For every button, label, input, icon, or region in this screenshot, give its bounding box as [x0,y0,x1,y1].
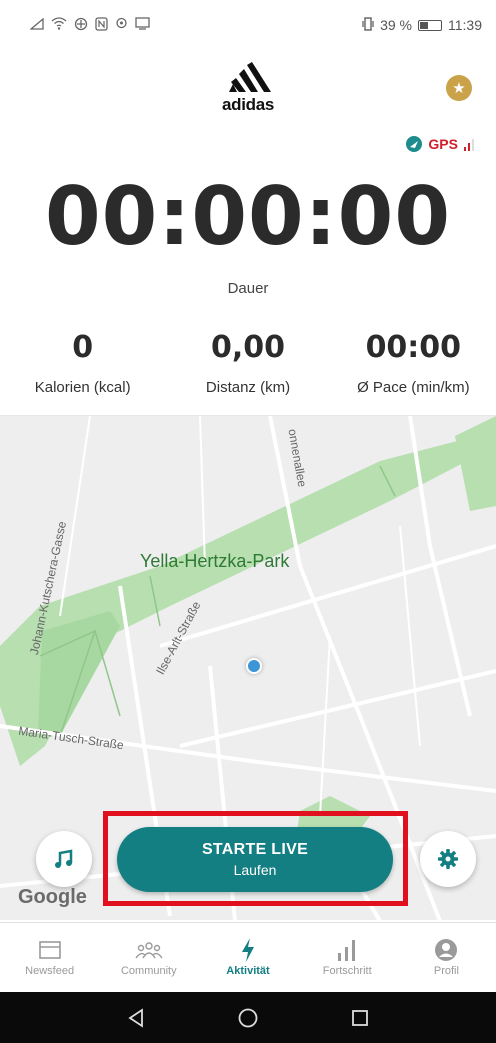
nav-newsfeed[interactable]: Newsfeed [0,923,99,992]
gps-indicator: GPS [406,136,474,152]
location-icon [115,17,128,34]
back-icon[interactable] [116,998,156,1038]
status-icons-right: 39 % 11:39 [362,16,482,34]
stat-label: Kalorien (kcal) [34,379,131,396]
stat-pace: 00:00 Ø Pace (min/km) [331,330,496,400]
data-saver-icon [74,17,88,34]
start-button-subtitle: Laufen [233,862,277,878]
battery-percent: 39 % [380,17,412,33]
stat-distance: 0,00 Distanz (km) [165,330,330,400]
gps-label: GPS [428,136,458,152]
activity-icon [198,935,297,965]
nav-progress[interactable]: Fortschritt [298,923,397,992]
nav-profile[interactable]: Profil [397,923,496,992]
music-button[interactable] [36,831,92,887]
stat-label: Distanz (km) [205,379,291,396]
progress-icon [298,935,397,965]
app-header: adidas ★ [0,50,496,130]
nav-label: Fortschritt [322,965,372,977]
google-attribution: Google [18,886,87,908]
stat-label: Ø Pace (min/km) [357,379,470,396]
gear-icon [438,849,458,869]
gps-signal-bars-icon [464,137,474,151]
nav-label: Community [120,965,177,977]
nav-label: Aktivität [226,965,270,977]
status-bar: 39 % 11:39 [0,0,496,50]
nav-label: Profil [433,965,459,977]
brand-wordmark: adidas [221,95,275,114]
nfc-icon [95,16,108,34]
stat-value: 00:00 [365,330,462,365]
wifi-icon [51,17,67,33]
adidas-logo: adidas [208,62,288,115]
settings-button[interactable] [420,831,476,887]
signal-icon [29,17,44,33]
system-navigation-bar [0,992,496,1043]
clock: 11:39 [448,17,482,33]
nav-label: Newsfeed [25,965,75,977]
vibrate-icon [362,16,374,34]
satellite-icon [406,136,423,152]
recents-icon[interactable] [340,998,380,1038]
profile-icon [397,935,496,965]
premium-star-icon[interactable]: ★ [446,75,472,101]
stat-value: 0,00 [210,330,285,365]
adidas-logo-icon [229,62,271,92]
stat-calories: 0 Kalorien (kcal) [0,330,165,400]
bottom-navigation: Newsfeed Community Aktivität Fortschritt… [0,922,496,992]
battery-icon [418,19,442,31]
current-location-marker [246,658,262,674]
home-icon[interactable] [228,998,268,1038]
music-note-icon [55,849,73,868]
start-button-title: STARTE LIVE [201,841,309,858]
stats-row: 0 Kalorien (kcal) 0,00 Distanz (km) 00:0… [0,330,496,400]
nav-community[interactable]: Community [99,923,198,992]
duration-label: Dauer [227,280,269,297]
newsfeed-icon [0,935,99,965]
screen-icon [135,17,150,33]
duration-timer: 00:00:00 [45,170,451,263]
park-label: Yella-Hertzka-Park [140,551,290,571]
community-icon [99,935,198,965]
start-live-button[interactable]: STARTE LIVE Laufen [117,827,393,892]
status-icons-left [29,16,150,34]
nav-activity[interactable]: Aktivität [198,923,297,992]
stat-value: 0 [72,330,94,365]
